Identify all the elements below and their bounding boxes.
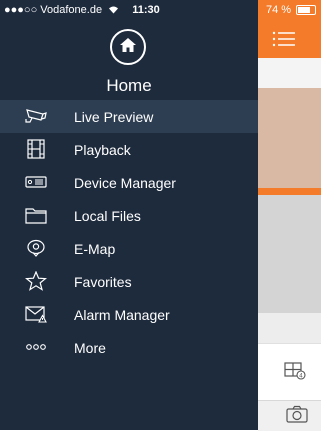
wifi-icon <box>105 4 122 16</box>
drawer-menu: Live Preview Playback Device Manager Loc… <box>0 100 258 364</box>
menu-item-favorites[interactable]: Favorites <box>0 265 258 298</box>
status-bar: ●●●○○ Vodafone.de 11:30 74 % <box>0 0 321 20</box>
menu-item-more[interactable]: More <box>0 331 258 364</box>
menu-item-device-manager[interactable]: Device Manager <box>0 166 258 199</box>
more-dots-icon <box>24 336 48 358</box>
selected-pane-border <box>258 188 321 195</box>
menu-item-label: More <box>74 340 106 356</box>
folder-icon <box>24 204 48 226</box>
star-icon <box>24 270 48 292</box>
alarm-envelope-icon <box>24 303 48 325</box>
menu-item-label: Favorites <box>74 274 132 290</box>
menu-item-label: Playback <box>74 142 131 158</box>
cctv-camera-icon <box>24 105 48 127</box>
home-button[interactable] <box>110 29 146 65</box>
carrier-label: ●●●○○ Vodafone.de <box>4 4 103 16</box>
home-icon <box>119 37 137 58</box>
battery-icon <box>296 5 317 16</box>
battery-percent: 74 % <box>266 4 292 16</box>
split-screen-icon[interactable]: 4 <box>284 362 306 385</box>
empty-video-pane[interactable] <box>258 195 321 313</box>
snapshot-camera-icon[interactable] <box>286 405 308 428</box>
menu-item-label: Device Manager <box>74 175 176 191</box>
menu-item-alarm-manager[interactable]: Alarm Manager <box>0 298 258 331</box>
menu-item-label: Alarm Manager <box>74 307 170 323</box>
menu-item-label: E-Map <box>74 241 116 257</box>
main-toolbar-strip <box>258 58 321 88</box>
menu-list-icon[interactable] <box>272 31 296 47</box>
navigation-drawer: Home Live Preview Playback Device Manage… <box>0 0 258 430</box>
film-strip-icon <box>24 138 48 160</box>
menu-item-label: Live Preview <box>74 109 154 125</box>
clock: 11:30 <box>132 4 160 16</box>
menu-item-playback[interactable]: Playback <box>0 133 258 166</box>
menu-item-label: Local Files <box>74 208 141 224</box>
menu-item-local-files[interactable]: Local Files <box>0 199 258 232</box>
menu-item-live-preview[interactable]: Live Preview <box>0 100 258 133</box>
video-preview-pane[interactable] <box>258 88 321 188</box>
menu-item-e-map[interactable]: E-Map <box>0 232 258 265</box>
drawer-title: Home <box>106 76 152 95</box>
map-pin-icon <box>24 237 48 259</box>
main-controls-strip <box>258 313 321 343</box>
dvr-device-icon <box>24 171 48 193</box>
